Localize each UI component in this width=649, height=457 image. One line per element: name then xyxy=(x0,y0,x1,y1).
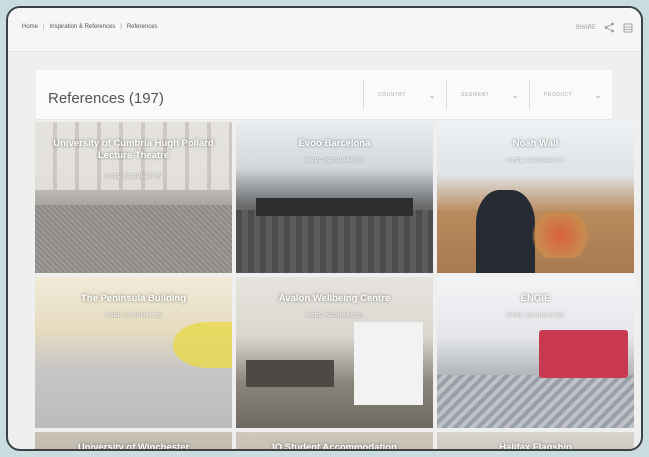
reference-title: Halifax Flagship xyxy=(499,442,572,451)
segment-filter[interactable]: SEGMENT ⌄ xyxy=(446,80,529,110)
more-information-link[interactable]: MORE INFORMATION xyxy=(236,313,433,319)
reference-title: Avalon Wellbeing Centre xyxy=(278,293,391,304)
chevron-down-icon: ⌄ xyxy=(428,90,436,100)
reference-card[interactable]: University of Cumbria Hugh Pollard Lectu… xyxy=(35,122,232,273)
more-information-link[interactable]: MORE INFORMATION xyxy=(236,158,433,164)
more-information-link[interactable]: MORE INFORMATION xyxy=(35,174,232,180)
reference-card[interactable]: IQ Student Accommodation xyxy=(236,432,433,451)
reference-card[interactable]: Halifax Flagship xyxy=(437,432,634,451)
reference-title: Evoo Barcelona xyxy=(298,138,371,149)
product-filter[interactable]: PRODUCT ⌄ xyxy=(529,80,612,110)
share-icon[interactable] xyxy=(604,22,615,33)
reference-card[interactable]: The Peninsula Building MORE INFORMATION xyxy=(35,277,232,428)
reference-title: IQ Student Accommodation xyxy=(272,442,397,451)
references-section: References (197) COUNTRY ⌄ SEGMENT ⌄ PRO… xyxy=(35,70,634,451)
more-information-link[interactable]: MORE INFORMATION xyxy=(437,158,634,164)
reference-title: University of Cumbria Hugh Pollard Lectu… xyxy=(53,138,214,161)
filter-label: SEGMENT xyxy=(461,92,490,98)
breadcrumb-separator: | xyxy=(43,24,45,30)
more-information-link[interactable]: MORE INFORMATION xyxy=(437,313,634,319)
reference-card[interactable]: Evoo Barcelona MORE INFORMATION xyxy=(236,122,433,273)
reference-card[interactable]: University of Winchester xyxy=(35,432,232,451)
breadcrumb-separator: | xyxy=(120,24,122,30)
references-header: References (197) COUNTRY ⌄ SEGMENT ⌄ PRO… xyxy=(36,70,612,120)
reference-title: Noah Wall xyxy=(512,138,559,149)
share-label[interactable]: SHARE xyxy=(575,25,596,31)
references-grid: University of Cumbria Hugh Pollard Lectu… xyxy=(35,122,634,451)
top-actions: SHARE xyxy=(575,22,633,33)
filter-label: PRODUCT xyxy=(544,92,573,98)
page-title: References (197) xyxy=(48,90,164,107)
menu-icon[interactable] xyxy=(623,23,633,33)
breadcrumb-references: References xyxy=(126,24,158,30)
reference-title: The Peninsula Building xyxy=(80,293,187,304)
more-information-link[interactable]: MORE INFORMATION xyxy=(35,313,232,319)
breadcrumb-inspiration[interactable]: Inspiration & References xyxy=(50,24,116,30)
reference-card[interactable]: Noah Wall MORE INFORMATION xyxy=(437,122,634,273)
reference-card[interactable]: ENGIE MORE INFORMATION xyxy=(437,277,634,428)
browser-frame: Home | Inspiration & References | Refere… xyxy=(6,6,643,451)
breadcrumb: Home | Inspiration & References | Refere… xyxy=(22,24,158,30)
top-bar: Home | Inspiration & References | Refere… xyxy=(8,8,641,52)
reference-title: University of Winchester xyxy=(77,442,190,451)
filter-bar: COUNTRY ⌄ SEGMENT ⌄ PRODUCT ⌄ xyxy=(363,80,612,110)
breadcrumb-home[interactable]: Home xyxy=(22,24,38,30)
country-filter[interactable]: COUNTRY ⌄ xyxy=(363,80,446,110)
filter-label: COUNTRY xyxy=(378,92,407,98)
reference-card[interactable]: Avalon Wellbeing Centre MORE INFORMATION xyxy=(236,277,433,428)
reference-title: ENGIE xyxy=(520,293,551,304)
chevron-down-icon: ⌄ xyxy=(594,90,602,100)
chevron-down-icon: ⌄ xyxy=(511,90,519,100)
